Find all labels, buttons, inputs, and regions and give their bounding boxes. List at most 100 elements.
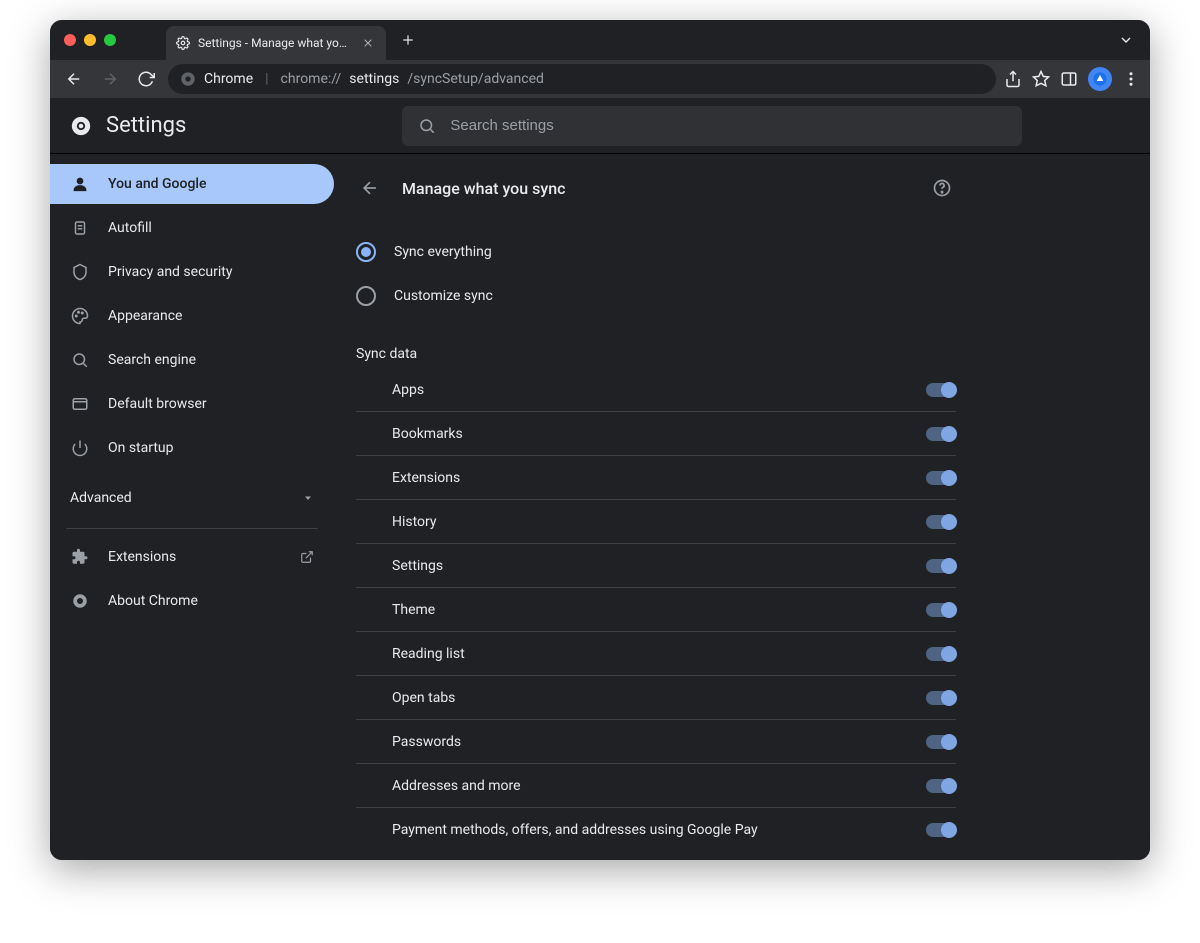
sidebar-item-label: Appearance <box>108 308 182 324</box>
radio-label: Sync everything <box>394 244 492 260</box>
section-label-sync-data: Sync data <box>346 324 966 368</box>
browser-tab[interactable]: Settings - Manage what you sy <box>166 26 386 60</box>
sync-item-label: Apps <box>392 382 424 398</box>
forward-button[interactable] <box>96 65 124 93</box>
sidebar-item-label: You and Google <box>108 176 206 192</box>
close-window-button[interactable] <box>64 34 76 46</box>
sync-item-toggle[interactable] <box>926 559 956 573</box>
more-menu-icon[interactable] <box>1122 70 1140 88</box>
sync-item-row: Addresses and more <box>356 764 956 808</box>
sync-item-row: Open tabs <box>356 676 956 720</box>
sidebar-item-appearance[interactable]: Appearance <box>50 296 334 336</box>
reload-button[interactable] <box>132 65 160 93</box>
sidebar-separator <box>66 528 318 529</box>
settings-title: Settings <box>106 113 186 138</box>
settings-content-wrap: Manage what you sync Sync everything Cus… <box>346 154 1150 860</box>
titlebar: Settings - Manage what you sy <box>50 20 1150 60</box>
sidebar-item-label: Extensions <box>108 549 176 565</box>
settings-search-input[interactable] <box>450 117 1006 134</box>
sync-item-toggle[interactable] <box>926 515 956 529</box>
shield-icon <box>70 262 90 282</box>
sync-item-toggle[interactable] <box>926 691 956 705</box>
settings-content: Manage what you sync Sync everything Cus… <box>346 172 966 820</box>
search-icon <box>418 117 436 135</box>
bookmark-icon[interactable] <box>1032 70 1050 88</box>
sidebar-item-autofill[interactable]: Autofill <box>50 208 334 248</box>
page-back-button[interactable] <box>356 174 384 202</box>
settings-search[interactable] <box>402 106 1022 146</box>
browser-toolbar: Chrome | chrome://settings/syncSetup/adv… <box>50 60 1150 98</box>
radio-sync-everything[interactable]: Sync everything <box>356 230 956 274</box>
sidebar-item-extensions[interactable]: Extensions <box>50 537 334 577</box>
sync-item-toggle[interactable] <box>926 383 956 397</box>
sync-item-label: Open tabs <box>392 690 455 706</box>
url-divider: | <box>261 71 272 87</box>
sync-item-label: Extensions <box>392 470 460 486</box>
sidebar-item-search-engine[interactable]: Search engine <box>50 340 334 380</box>
chrome-icon <box>70 591 90 611</box>
gear-icon <box>176 36 190 50</box>
sync-item-toggle[interactable] <box>926 603 956 617</box>
sidebar-item-on-startup[interactable]: On startup <box>50 428 334 468</box>
settings-header-bar: Settings <box>50 98 1150 154</box>
sync-item-toggle[interactable] <box>926 823 956 837</box>
radio-label: Customize sync <box>394 288 493 304</box>
external-link-icon <box>300 550 314 564</box>
sync-item-label: Payment methods, offers, and addresses u… <box>392 822 758 838</box>
window-icon <box>70 394 90 414</box>
minimize-window-button[interactable] <box>84 34 96 46</box>
radio-checked-icon <box>356 242 376 262</box>
sync-item-row: Bookmarks <box>356 412 956 456</box>
search-icon <box>70 350 90 370</box>
help-button[interactable] <box>928 174 956 202</box>
share-icon[interactable] <box>1004 70 1022 88</box>
settings-main: You and Google Autofill Privacy and secu… <box>50 154 1150 860</box>
person-icon <box>70 174 90 194</box>
sync-item-toggle[interactable] <box>926 647 956 661</box>
sidebar-item-label: Autofill <box>108 220 152 236</box>
sync-item-row: Reading list <box>356 632 956 676</box>
radio-customize-sync[interactable]: Customize sync <box>356 274 956 318</box>
side-panel-icon[interactable] <box>1060 70 1078 88</box>
sync-item-toggle[interactable] <box>926 735 956 749</box>
sidebar-advanced-label: Advanced <box>70 490 132 506</box>
sidebar-item-default-browser[interactable]: Default browser <box>50 384 334 424</box>
sidebar-advanced-toggle[interactable]: Advanced <box>50 476 334 520</box>
chevron-down-icon[interactable] <box>1118 32 1134 48</box>
maximize-window-button[interactable] <box>104 34 116 46</box>
sync-item-row: Settings <box>356 544 956 588</box>
url-scheme-label: Chrome <box>204 71 253 87</box>
caret-down-icon <box>302 492 314 504</box>
power-icon <box>70 438 90 458</box>
puzzle-icon <box>70 547 90 567</box>
sidebar-item-label: Default browser <box>108 396 207 412</box>
profile-avatar[interactable] <box>1088 67 1112 91</box>
new-tab-button[interactable] <box>394 26 422 54</box>
sidebar-item-about[interactable]: About Chrome <box>50 581 334 621</box>
sync-item-label: Settings <box>392 558 443 574</box>
tab-title: Settings - Manage what you sy <box>198 36 352 50</box>
sidebar-item-you-and-google[interactable]: You and Google <box>50 164 334 204</box>
sync-item-toggle[interactable] <box>926 779 956 793</box>
chrome-icon <box>70 115 92 137</box>
back-button[interactable] <box>60 65 88 93</box>
clipboard-icon <box>70 218 90 238</box>
sync-item-row: Extensions <box>356 456 956 500</box>
page-title: Manage what you sync <box>402 179 910 198</box>
sync-item-toggle[interactable] <box>926 471 956 485</box>
sidebar-item-privacy[interactable]: Privacy and security <box>50 252 334 292</box>
sidebar-item-label: About Chrome <box>108 593 198 609</box>
window-controls <box>64 34 116 46</box>
palette-icon <box>70 306 90 326</box>
settings-brand: Settings <box>70 113 186 138</box>
sync-item-row: Payment methods, offers, and addresses u… <box>356 808 956 852</box>
url-prefix: chrome:// <box>281 71 342 87</box>
sync-data-list: AppsBookmarksExtensionsHistorySettingsTh… <box>346 368 966 852</box>
url-path-main: settings <box>349 71 399 87</box>
settings-sidebar: You and Google Autofill Privacy and secu… <box>50 154 346 860</box>
close-tab-button[interactable] <box>360 35 376 51</box>
page-header: Manage what you sync <box>346 172 966 220</box>
sync-item-label: Passwords <box>392 734 461 750</box>
sync-item-toggle[interactable] <box>926 427 956 441</box>
address-bar[interactable]: Chrome | chrome://settings/syncSetup/adv… <box>168 64 996 94</box>
